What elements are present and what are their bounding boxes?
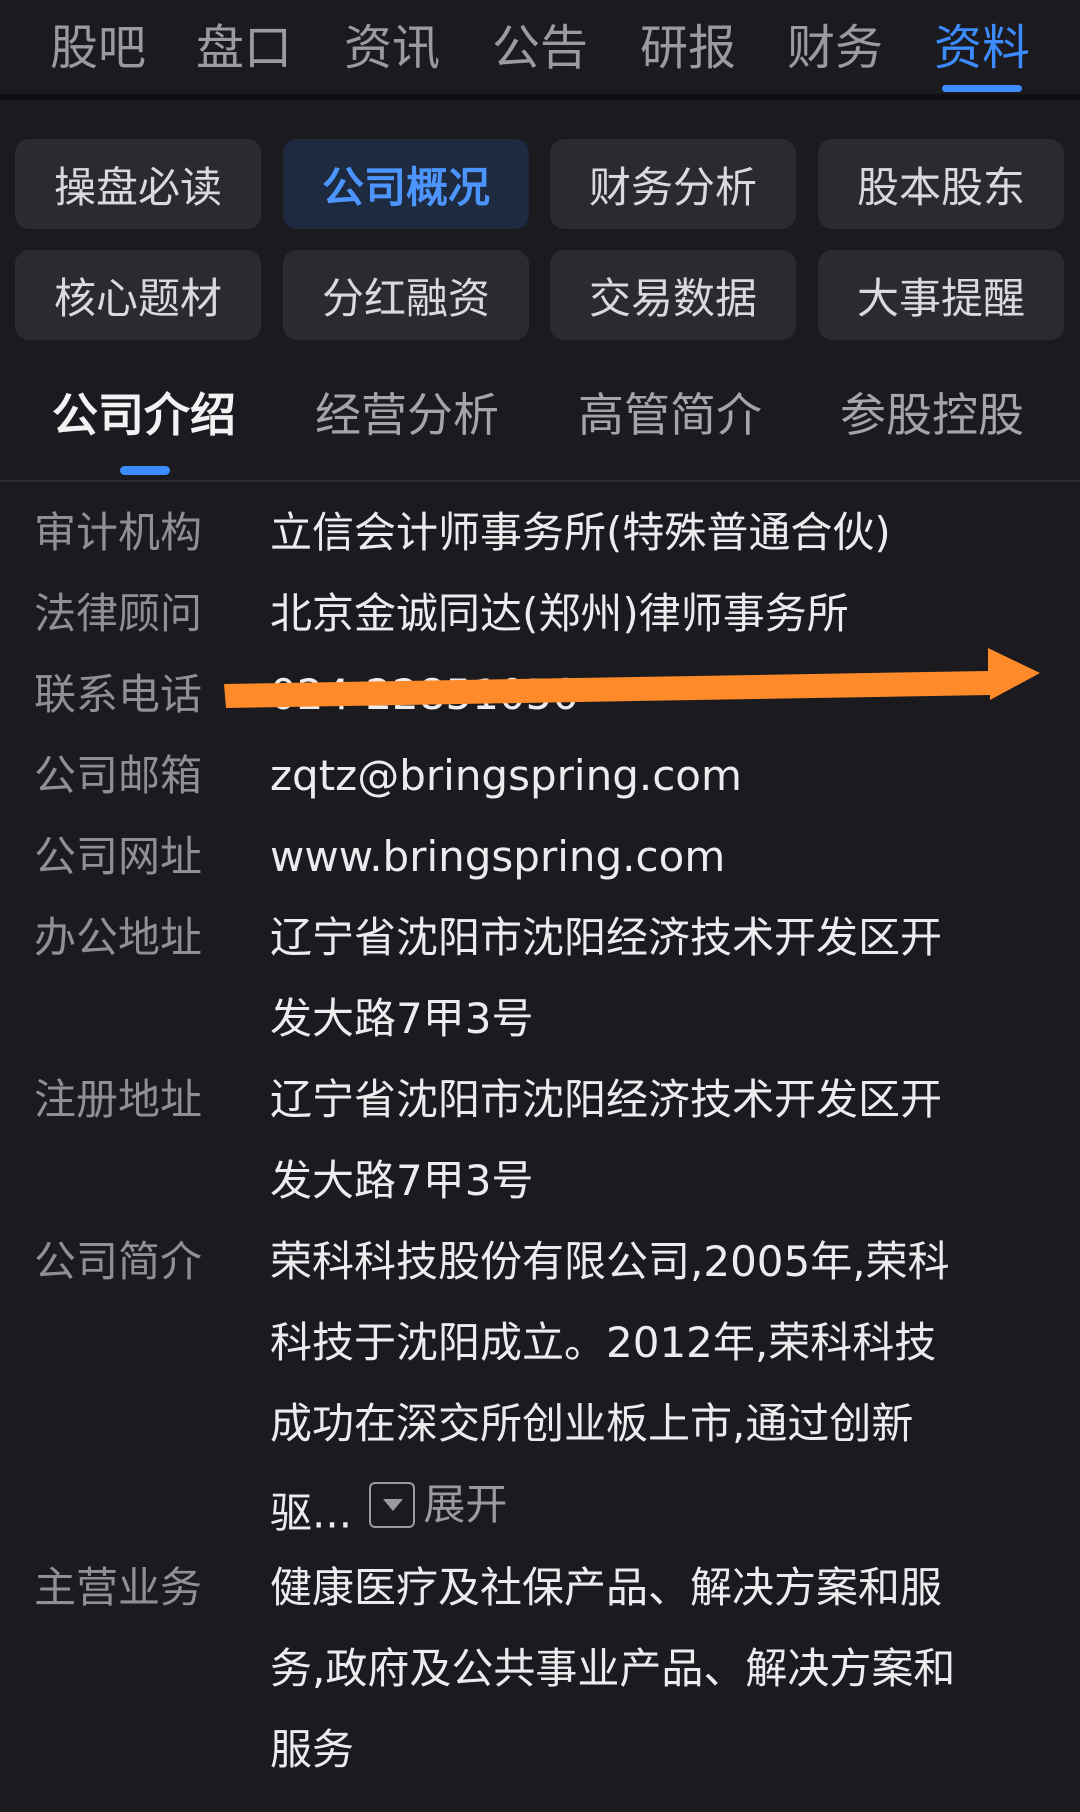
intro-line4-row: 驱... 展开 xyxy=(270,1464,1060,1554)
registered-address-line2: 发大路7甲3号 xyxy=(270,1156,534,1205)
main-business-line3: 服务 xyxy=(270,1725,355,1774)
chip-trading-data[interactable]: 交易数据 xyxy=(550,250,796,340)
tab-pankou[interactable]: 盘口 xyxy=(196,8,292,88)
website-value[interactable]: www.bringspring.com xyxy=(270,816,1060,897)
tab-profile-label: 资料 xyxy=(934,20,1031,76)
intro-line2: 科技于沈阳成立。2012年,荣科科技 xyxy=(270,1318,937,1367)
subtab-holdings[interactable]: 参股控股 xyxy=(840,380,1024,450)
legal-label: 法律顾问 xyxy=(34,589,203,638)
expand-icon xyxy=(369,1481,416,1528)
main-business-line2: 务,政府及公共事业产品、解决方案和 xyxy=(270,1644,956,1693)
company-profile-page: 股吧 盘口 资讯 公告 研报 财务 资料 操盘必读 公司概况 财务分析 股本股东… xyxy=(0,0,1080,1812)
divider xyxy=(0,480,1080,482)
chip-company-overview[interactable]: 公司概况 xyxy=(283,139,529,229)
tab-news[interactable]: 资讯 xyxy=(344,8,440,88)
subtab-company-intro[interactable]: 公司介绍 xyxy=(52,380,236,450)
chip-financial-analysis[interactable]: 财务分析 xyxy=(550,139,796,229)
tab-research[interactable]: 研报 xyxy=(640,8,736,88)
main-business-line1: 健康医疗及社保产品、解决方案和服 xyxy=(270,1563,943,1612)
registered-address-line1: 辽宁省沈阳市沈阳经济技术开发区开 xyxy=(270,1075,943,1124)
intro-line3: 成功在深交所创业板上市,通过创新 xyxy=(270,1399,914,1448)
tab-guba[interactable]: 股吧 xyxy=(50,8,146,88)
website-label: 公司网址 xyxy=(34,832,203,881)
email-value[interactable]: zqtz@bringspring.com xyxy=(270,735,1060,816)
tab-announcements[interactable]: 公告 xyxy=(492,8,588,88)
tab-finance[interactable]: 财务 xyxy=(787,8,883,88)
top-tab-bar: 股吧 盘口 资讯 公告 研报 财务 资料 xyxy=(0,0,1080,100)
chip-trading-must-read[interactable]: 操盘必读 xyxy=(15,139,261,229)
intro-line4: 驱... xyxy=(270,1488,353,1538)
expand-label: 展开 xyxy=(423,1480,508,1529)
subtab-business-analysis[interactable]: 经营分析 xyxy=(315,380,499,450)
subtab-executives[interactable]: 高管简介 xyxy=(578,380,762,450)
office-address-label: 办公地址 xyxy=(34,913,203,962)
chip-major-events[interactable]: 大事提醒 xyxy=(818,250,1064,340)
registered-address-label: 注册地址 xyxy=(34,1075,203,1124)
arrow-annotation-icon xyxy=(224,648,1040,708)
chip-shares-shareholders[interactable]: 股本股东 xyxy=(818,139,1064,229)
intro-label: 公司简介 xyxy=(34,1237,203,1286)
email-label: 公司邮箱 xyxy=(34,751,203,800)
chip-dividends-financing[interactable]: 分红融资 xyxy=(283,250,529,340)
intro-line1: 荣科科技股份有限公司,2005年,荣科 xyxy=(270,1237,950,1286)
chip-core-themes[interactable]: 核心题材 xyxy=(15,250,261,340)
audit-label: 审计机构 xyxy=(34,508,203,557)
office-address-line2: 发大路7甲3号 xyxy=(270,994,534,1043)
tab-profile[interactable]: 资料 xyxy=(934,8,1031,92)
main-business-label: 主营业务 xyxy=(34,1563,203,1612)
audit-value: 立信会计师事务所(特殊普通合伙) xyxy=(270,508,891,557)
active-tab-indicator xyxy=(942,85,1022,92)
phone-label: 联系电话 xyxy=(34,670,203,719)
expand-button[interactable]: 展开 xyxy=(369,1464,507,1545)
office-address-line1: 辽宁省沈阳市沈阳经济技术开发区开 xyxy=(270,913,943,962)
subtab-indicator xyxy=(120,466,170,475)
